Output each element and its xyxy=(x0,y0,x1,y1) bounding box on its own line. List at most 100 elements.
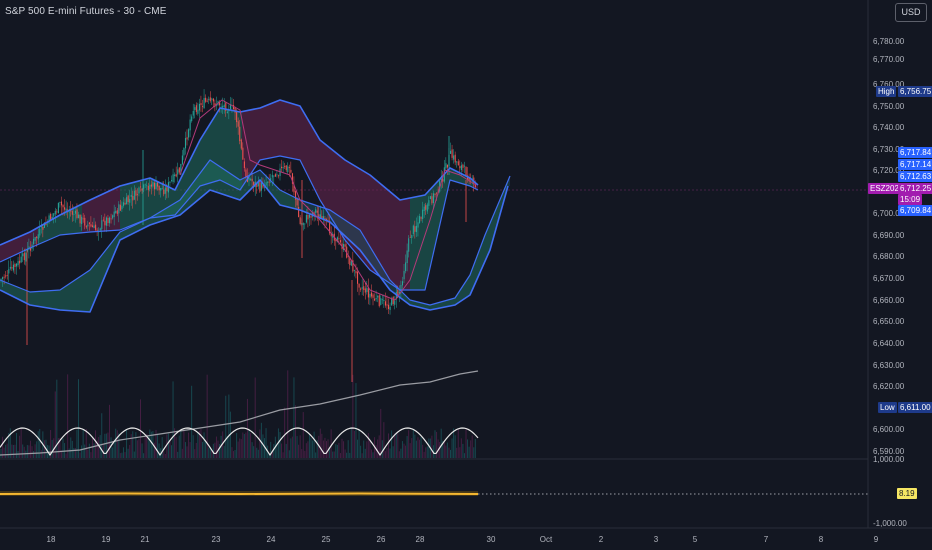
volume-bar xyxy=(189,442,191,458)
candle-body xyxy=(454,154,456,163)
volume-bar xyxy=(408,430,410,458)
volume-bar xyxy=(454,435,456,458)
volume-bar xyxy=(471,435,473,458)
band-fill-segment xyxy=(56,216,58,237)
volume-bar xyxy=(313,431,315,458)
candle-body xyxy=(268,181,270,183)
volume-bar xyxy=(6,443,8,458)
volume-bar xyxy=(141,443,143,458)
symbol-title[interactable]: S&P 500 E-mini Futures - 30 - CME xyxy=(5,6,167,17)
volume-bar xyxy=(197,431,199,458)
currency-button[interactable]: USD xyxy=(895,3,927,22)
volume-bar xyxy=(384,451,386,458)
volume-bar xyxy=(40,450,42,458)
candle-body xyxy=(197,109,199,114)
candle-body xyxy=(273,175,275,177)
volume-bar xyxy=(245,432,247,458)
band-fill-segment xyxy=(268,104,270,159)
band-fill-segment xyxy=(288,102,290,158)
candle-body xyxy=(405,262,407,272)
band-fill-segment xyxy=(270,103,272,158)
band-fill-segment xyxy=(30,291,32,306)
volume-bar xyxy=(167,433,169,458)
volume-bar xyxy=(431,435,433,458)
volume-bar xyxy=(29,440,31,458)
candle-body xyxy=(281,166,283,169)
band-fill-segment xyxy=(314,129,316,192)
volume-bar xyxy=(180,429,182,458)
volume-bar xyxy=(391,430,393,458)
candle-body xyxy=(453,155,455,160)
candle-body xyxy=(9,266,11,269)
volume-bar xyxy=(107,432,109,458)
candle-body xyxy=(451,149,453,158)
volume-bar xyxy=(132,431,134,458)
volume-bar xyxy=(304,450,306,458)
volume-bar xyxy=(33,450,35,458)
candle-body xyxy=(445,163,447,169)
volume-bar xyxy=(14,444,16,458)
band-fill-segment xyxy=(210,160,212,191)
volume-bar xyxy=(73,448,75,458)
candle-body xyxy=(271,174,273,178)
band-fill-segment xyxy=(356,227,358,249)
candle-body xyxy=(96,229,98,231)
band-fill-segment xyxy=(84,202,86,233)
candle-body xyxy=(181,155,183,165)
volume-bar xyxy=(76,429,78,458)
volume-bar xyxy=(219,443,221,458)
candle-body xyxy=(411,235,413,239)
volume-bar xyxy=(346,452,348,458)
candle-body xyxy=(450,150,452,154)
candle-body xyxy=(155,183,157,190)
candle-body xyxy=(78,214,80,219)
volume-bar xyxy=(343,441,345,458)
candle-body xyxy=(105,217,107,226)
volume-bar xyxy=(439,441,441,458)
band-fill-segment xyxy=(80,275,82,312)
band-fill-segment xyxy=(278,100,280,157)
candle-body xyxy=(426,204,428,212)
volume-bar xyxy=(403,443,405,458)
volume-bar xyxy=(22,444,24,458)
candle-body xyxy=(115,210,117,213)
candle-body xyxy=(414,226,416,232)
candle-body xyxy=(285,165,287,171)
volume-bar xyxy=(164,453,166,458)
band-fill-segment xyxy=(242,178,244,198)
candle-body xyxy=(377,296,379,298)
time-label: 23 xyxy=(211,535,221,544)
band-fill-segment xyxy=(282,100,284,157)
volume-bar xyxy=(341,438,343,458)
volume-bar xyxy=(192,435,194,458)
band-fill-segment xyxy=(350,223,352,243)
candle-body xyxy=(432,193,435,203)
band-fill-segment xyxy=(12,284,14,297)
volume-bar xyxy=(420,437,422,458)
band-upper-tag: 6,717.84 xyxy=(898,147,932,158)
candle-body xyxy=(456,161,458,163)
band-fill-segment xyxy=(38,291,40,307)
volume-bar xyxy=(39,428,41,458)
candle-body xyxy=(90,224,92,227)
candle-body xyxy=(400,284,402,291)
candle-body xyxy=(132,195,134,201)
volume-bar xyxy=(233,451,234,458)
volume-bar xyxy=(140,399,141,458)
volume-bar xyxy=(9,428,11,458)
candle-body xyxy=(434,194,436,195)
band-fill-segment xyxy=(10,284,12,296)
volume-bar xyxy=(215,436,217,458)
chart-canvas[interactable] xyxy=(0,0,932,550)
volume-bar xyxy=(282,452,284,458)
band-fill-segment xyxy=(240,111,242,190)
volume-bar xyxy=(372,452,374,458)
volume-bar xyxy=(296,436,298,458)
candle-body xyxy=(212,98,214,102)
candle-body xyxy=(150,184,152,187)
volume-bar xyxy=(175,437,177,458)
band-fill-segment xyxy=(92,264,94,308)
volume-bar xyxy=(178,435,180,458)
volume-bar xyxy=(370,449,372,458)
candle-body xyxy=(127,195,129,203)
